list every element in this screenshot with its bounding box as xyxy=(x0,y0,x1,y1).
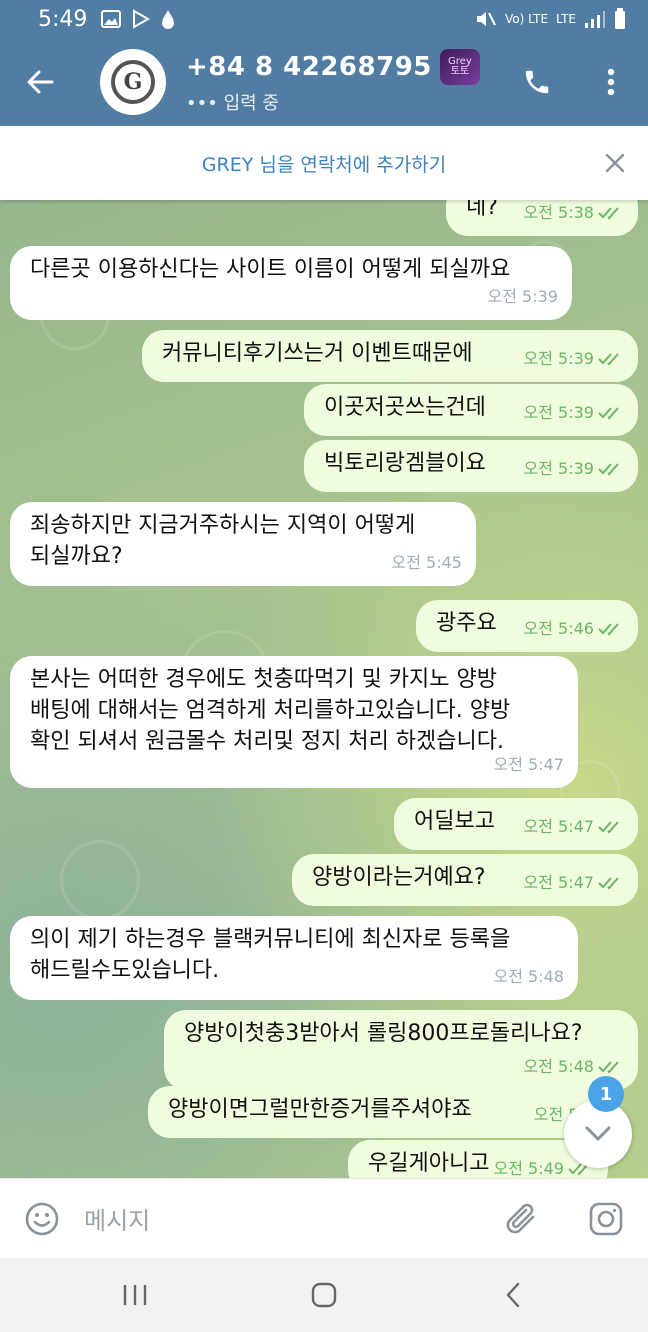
message-time: 오전 5:47 xyxy=(493,755,564,774)
emoji-button[interactable] xyxy=(0,1179,84,1259)
message-time: 오전 5:38 xyxy=(523,203,594,222)
recent-apps-button[interactable] xyxy=(95,1265,175,1325)
message-bubble-outgoing[interactable]: 네? 오전 5:38 xyxy=(446,200,638,236)
message-text-line: 본사는 어떠한 경우에도 첫충따먹기 및 카지노 양방 xyxy=(30,667,498,692)
double-check-icon xyxy=(598,406,619,419)
back-button[interactable] xyxy=(0,38,80,126)
phone-icon xyxy=(525,70,549,94)
message-bubble-incoming[interactable]: 본사는 어떠한 경우에도 첫충따먹기 및 카지노 양방 배팅에 대해서는 엄격하… xyxy=(10,656,578,788)
close-icon xyxy=(605,153,625,173)
message-bubble-outgoing[interactable]: 어딜보고 오전 5:47 xyxy=(394,798,638,850)
message-input[interactable]: 메시지 xyxy=(84,1201,480,1236)
message-time: 오전 5:47 xyxy=(523,873,594,892)
chat-area[interactable]: 네? 오전 5:38 다른곳 이용하신다는 사이트 이름이 어떻게 되실까요 오… xyxy=(0,200,648,1178)
close-add-bar-button[interactable] xyxy=(600,148,630,178)
message-text-line: 의이 제기 하는경우 블랙커뮤니티에 최신자로 등록을 xyxy=(30,927,511,952)
message-bubble-outgoing[interactable]: 양방이라는거예요? 오전 5:47 xyxy=(292,854,638,906)
message-bubble-incoming[interactable]: 의이 제기 하는경우 블랙커뮤니티에 최신자로 등록을 해드릴수도있습니다. 오… xyxy=(10,916,578,1000)
double-check-icon xyxy=(598,206,619,219)
drop-icon xyxy=(162,10,175,29)
call-button[interactable] xyxy=(500,38,574,126)
gallery-icon xyxy=(101,10,122,28)
message-input-bar: 메시지 xyxy=(0,1178,648,1258)
message-text: 양방이면그럴만한증거를주셔야죠 xyxy=(168,1097,472,1122)
message-text-line: 배팅에 대해서는 엄격하게 처리를하고있습니다. 양방 xyxy=(30,698,511,723)
message-time: 오전 5:45 xyxy=(391,553,462,572)
message-time: 오전 5:39 xyxy=(523,403,594,422)
status-bar: 5:49 Vo) LTE LTE xyxy=(0,0,648,38)
camera-button[interactable] xyxy=(564,1179,648,1259)
mute-icon xyxy=(476,12,496,26)
add-contact-bar[interactable]: GREY 님을 연락처에 추가하기 xyxy=(0,126,648,200)
message-bubble-outgoing[interactable]: 양방이면그럴만한증거를주셔야죠 오전 5:4 xyxy=(148,1086,608,1138)
message-text-line: 해드릴수도있습니다. xyxy=(30,958,220,983)
message-time: 오전 5:48 xyxy=(493,967,564,986)
message-time: 오전 5:48 xyxy=(523,1057,594,1076)
battery-icon xyxy=(615,8,625,29)
network-label: LTE xyxy=(556,12,576,26)
double-check-icon xyxy=(598,462,619,475)
chat-title-area[interactable]: +84 8 42268795 Grey 토토 ••• 입력 중 xyxy=(186,49,500,115)
home-icon xyxy=(311,1282,337,1308)
double-check-icon xyxy=(598,622,619,635)
message-time: 오전 5:46 xyxy=(523,619,594,638)
system-nav-bar xyxy=(0,1258,648,1332)
message-bubble-outgoing[interactable]: 광주요 오전 5:46 xyxy=(416,600,638,652)
double-check-icon xyxy=(598,1060,619,1073)
message-time: 오전 5:39 xyxy=(523,349,594,368)
home-button[interactable] xyxy=(284,1265,364,1325)
message-time: 오전 5:39 xyxy=(487,287,558,306)
message-bubble-outgoing[interactable]: 커뮤니티후기쓰는거 이벤트때문에 오전 5:39 xyxy=(142,330,638,382)
message-time: 오전 5:49 xyxy=(493,1159,564,1178)
message-bubble-incoming[interactable]: 죄송하지만 지금거주하시는 지역이 어떻게 되실까요? 오전 5:45 xyxy=(10,502,476,586)
more-vert-icon xyxy=(607,68,615,96)
title-badge-image: Grey 토토 xyxy=(439,49,480,85)
chat-header: G +84 8 42268795 Grey 토토 ••• 입력 중 xyxy=(0,38,648,126)
back-arrow-icon xyxy=(27,70,54,94)
emoji-icon xyxy=(25,1202,59,1235)
double-check-icon xyxy=(598,876,619,889)
message-time: 오전 5:39 xyxy=(523,459,594,478)
signal-icon xyxy=(585,11,605,28)
avatar[interactable]: G xyxy=(100,49,166,115)
message-text-line: 죄송하지만 지금거주하시는 지역이 어떻게 xyxy=(30,513,416,538)
add-contact-label[interactable]: GREY 님을 연락처에 추가하기 xyxy=(202,150,446,177)
camera-icon xyxy=(589,1202,623,1235)
unread-count-badge: 1 xyxy=(588,1076,624,1112)
play-store-icon xyxy=(133,9,151,29)
status-time: 5:49 xyxy=(38,6,88,32)
chat-title: +84 8 42268795 xyxy=(186,52,432,82)
message-text: 다른곳 이용하신다는 사이트 이름이 어떻게 되실까요 xyxy=(30,257,511,282)
double-check-icon xyxy=(598,820,619,833)
message-time: 오전 5:47 xyxy=(523,817,594,836)
double-check-icon xyxy=(598,352,619,365)
nav-back-icon xyxy=(507,1282,520,1308)
avatar-logo: G xyxy=(111,60,155,104)
attach-icon xyxy=(506,1203,535,1233)
more-options-button[interactable] xyxy=(574,38,648,126)
message-bubble-outgoing[interactable]: 이곳저곳쓰는건데 오전 5:39 xyxy=(304,384,638,436)
recent-apps-icon xyxy=(123,1285,146,1305)
message-bubble-outgoing[interactable]: 양방이첫충3받아서 롤링800프로돌리나요? 오전 5:48 xyxy=(164,1010,638,1090)
wallpaper-doodle xyxy=(60,840,140,920)
volte-label: Vo) LTE xyxy=(504,12,549,26)
attach-button[interactable] xyxy=(480,1179,564,1259)
typing-status: ••• 입력 중 xyxy=(186,93,279,114)
message-text: 양방이첫충3받아서 롤링800프로돌리나요? xyxy=(184,1021,583,1046)
message-bubble-outgoing[interactable]: 빅토리랑겜블이요 오전 5:39 xyxy=(304,440,638,492)
nav-back-button[interactable] xyxy=(473,1265,553,1325)
message-text-line: 확인 되셔서 원금몰수 처리및 정지 처리 하겠습니다. xyxy=(30,729,504,754)
chevron-down-icon xyxy=(585,1126,611,1141)
message-bubble-incoming[interactable]: 다른곳 이용하신다는 사이트 이름이 어떻게 되실까요 오전 5:39 xyxy=(10,246,572,320)
